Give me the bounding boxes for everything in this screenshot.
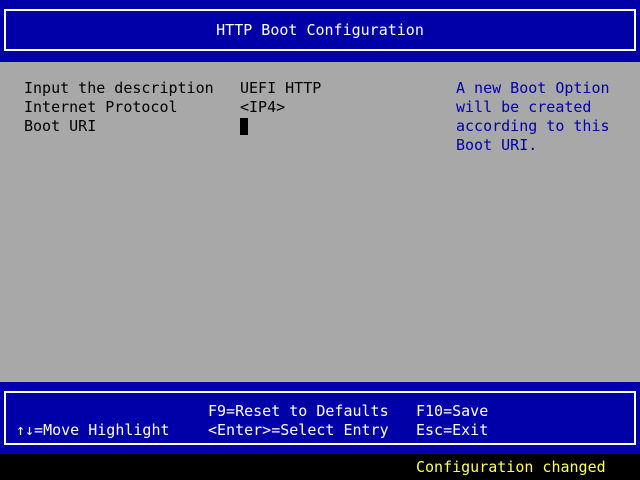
internet-protocol-row[interactable]: Internet Protocol <IP4> <box>24 98 444 117</box>
text-cursor <box>240 118 248 135</box>
status-message: Configuration changed <box>416 458 606 476</box>
boot-uri-row[interactable]: Boot URI <box>24 117 444 136</box>
page-title: HTTP Boot Configuration <box>4 9 636 51</box>
title-bar: HTTP Boot Configuration <box>0 0 640 62</box>
status-bar: Configuration changed <box>0 454 640 480</box>
select-entry-hint[interactable]: <Enter>=Select Entry <box>208 421 389 440</box>
footer-keys: ↑↓=Move Highlight F9=Reset to Defaults <… <box>4 391 636 445</box>
help-text: A new Boot Option will be created accord… <box>456 79 610 154</box>
description-row[interactable]: Input the description UEFI HTTP <box>24 79 444 98</box>
description-value[interactable]: UEFI HTTP <box>240 79 321 98</box>
exit-hint[interactable]: Esc=Exit <box>416 421 488 440</box>
description-label: Input the description <box>24 79 214 97</box>
footer-bar: ↑↓=Move Highlight F9=Reset to Defaults <… <box>0 382 640 454</box>
boot-uri-label: Boot URI <box>24 117 97 135</box>
reset-defaults-hint[interactable]: F9=Reset to Defaults <box>208 402 389 421</box>
main-panel: Input the description UEFI HTTP Internet… <box>0 62 640 382</box>
internet-protocol-value[interactable]: <IP4> <box>240 98 285 117</box>
save-hint[interactable]: F10=Save <box>416 402 488 421</box>
move-highlight-hint: ↑↓=Move Highlight <box>16 421 170 439</box>
internet-protocol-label: Internet Protocol <box>24 98 178 116</box>
